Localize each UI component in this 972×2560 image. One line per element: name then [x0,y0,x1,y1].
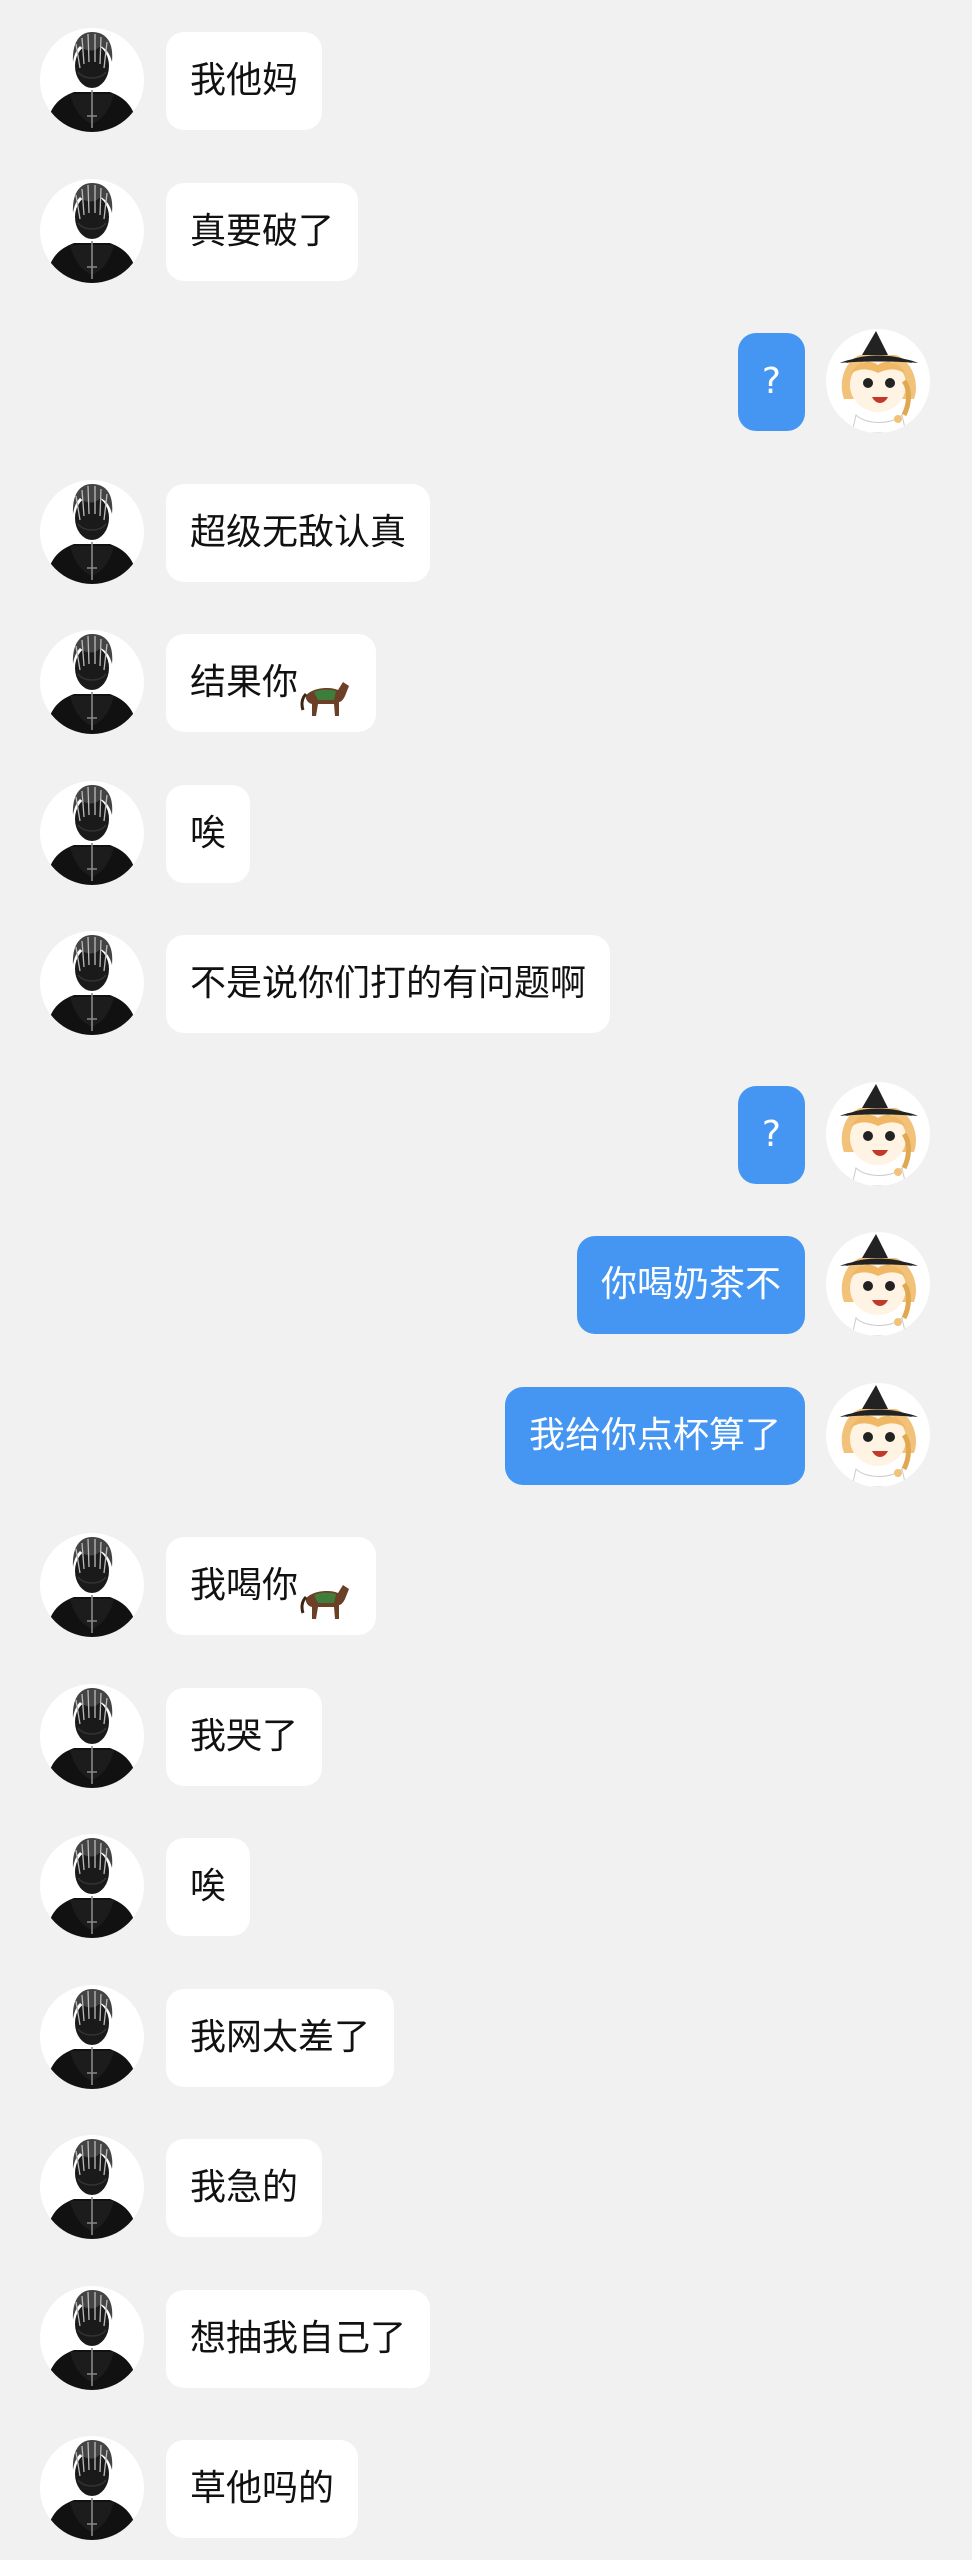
message-text: 我给你点杯算了 [528,1415,781,1456]
dark-figure-avatar-icon[interactable] [40,2286,144,2390]
message-text: 草他吗的 [190,2468,335,2509]
message-bubble[interactable]: ? [737,333,805,431]
anime-girl-avatar-icon[interactable] [826,329,930,433]
incoming-message: 不是说你们打的有问题啊 [0,931,972,1035]
dark-figure-avatar-icon[interactable] [40,179,144,283]
message-text: 真要破了 [190,211,335,252]
horse-emoji [300,1563,352,1619]
message-bubble[interactable]: 我给你点杯算了 [504,1387,805,1485]
message-text: 不是说你们打的有问题啊 [190,963,587,1004]
message-bubble[interactable]: 你喝奶茶不 [576,1236,805,1334]
message-bubble[interactable]: 我急的 [166,2139,323,2237]
incoming-message: 结果你 [0,630,972,734]
outgoing-message: ? [0,1082,972,1186]
message-bubble[interactable]: 唉 [166,785,251,883]
message-bubble[interactable]: 超级无敌认真 [166,484,431,582]
dark-figure-avatar-icon[interactable] [40,1985,144,2089]
message-text: 结果你 [190,662,299,703]
outgoing-message: ? [0,329,972,433]
message-text: 我他妈 [190,60,299,101]
message-text: 唉 [190,1866,227,1907]
incoming-message: 我喝你 [0,1533,972,1637]
dark-figure-avatar-icon[interactable] [40,480,144,584]
incoming-message: 真要破了 [0,179,972,283]
dark-figure-avatar-icon[interactable] [40,2436,144,2540]
message-bubble[interactable]: 想抽我自己了 [166,2290,431,2388]
chat-message-list[interactable]: 我他妈 真要破了? 超级无敌认真 结果你唉不是说你们打的有问题啊? 你喝奶茶不 我给你点杯… [0,0,972,2560]
message-bubble[interactable]: 我网太差了 [166,1989,395,2087]
message-text: 我哭了 [190,1716,299,1757]
dark-figure-avatar-icon[interactable] [40,2135,144,2239]
incoming-message: 我哭了 [0,1684,972,1788]
message-text: 想抽我自己了 [190,2318,407,2359]
incoming-message: 我网太差了 [0,1985,972,2089]
incoming-message: 我他妈 [0,28,972,132]
message-bubble[interactable]: ? [737,1086,805,1184]
incoming-message: 我急的 [0,2135,972,2239]
incoming-message: 草他吗的 [0,2436,972,2540]
message-text: ? [761,1114,781,1155]
incoming-message: 超级无敌认真 [0,480,972,584]
outgoing-message: 你喝奶茶不 [0,1232,972,1336]
anime-girl-avatar-icon[interactable] [826,1232,930,1336]
horse-emoji [300,660,352,716]
dark-figure-avatar-icon[interactable] [40,931,144,1035]
message-bubble[interactable]: 我喝你 [166,1537,377,1635]
dark-figure-avatar-icon[interactable] [40,781,144,885]
dark-figure-avatar-icon[interactable] [40,630,144,734]
anime-girl-avatar-icon[interactable] [826,1082,930,1186]
message-bubble[interactable]: 不是说你们打的有问题啊 [166,935,611,1033]
message-bubble[interactable]: 结果你 [166,634,377,732]
incoming-message: 唉 [0,781,972,885]
message-text: 我急的 [190,2167,299,2208]
message-bubble[interactable]: 唉 [166,1838,251,1936]
message-bubble[interactable]: 真要破了 [166,183,359,281]
outgoing-message: 我给你点杯算了 [0,1383,972,1487]
message-text: ? [761,361,781,402]
anime-girl-avatar-icon[interactable] [826,1383,930,1487]
dark-figure-avatar-icon[interactable] [40,1533,144,1637]
message-text: 唉 [190,813,227,854]
dark-figure-avatar-icon[interactable] [40,1684,144,1788]
dark-figure-avatar-icon[interactable] [40,1834,144,1938]
message-text: 我网太差了 [190,2017,371,2058]
incoming-message: 想抽我自己了 [0,2286,972,2390]
message-text: 你喝奶茶不 [600,1264,781,1305]
dark-figure-avatar-icon[interactable] [40,28,144,132]
message-bubble[interactable]: 我他妈 [166,32,323,130]
message-text: 我喝你 [190,1565,299,1606]
message-text: 超级无敌认真 [190,512,407,553]
message-bubble[interactable]: 我哭了 [166,1688,323,1786]
message-bubble[interactable]: 草他吗的 [166,2440,359,2538]
incoming-message: 唉 [0,1834,972,1938]
